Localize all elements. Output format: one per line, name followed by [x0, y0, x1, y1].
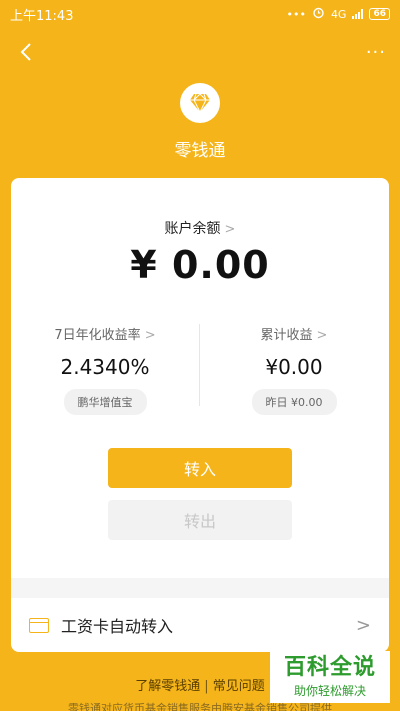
balance-label: 账户余额 [164, 221, 221, 237]
footer-separator: | [204, 679, 209, 694]
watermark: 百科全说 助你轻松解决 [270, 651, 390, 703]
fund-name-badge: 鹏华增值宝 [63, 389, 147, 415]
yesterday-earnings-badge: 昨日 ¥0.00 [251, 389, 337, 415]
faq-link[interactable]: 常见问题 [213, 679, 265, 694]
auto-transfer-label: 工资卡自动转入 [61, 617, 174, 636]
account-card: 账户余额 > ¥ 0.00 7日年化收益率 > 2.4340% 鹏华增值宝 累计收益… [11, 178, 389, 652]
back-button[interactable] [14, 40, 38, 64]
chevron-right-icon: > [144, 328, 156, 343]
yield-stat[interactable]: 7日年化收益率 > 2.4340% 鹏华增值宝 [11, 324, 199, 415]
watermark-title: 百科全说 [283, 654, 376, 680]
notification-dots: ••• [286, 7, 306, 21]
section-divider [11, 578, 389, 598]
bank-card-icon [29, 617, 49, 633]
product-title: 零钱通 [174, 141, 226, 161]
cumulative-stat[interactable]: 累计收益 > ¥0.00 昨日 ¥0.00 [200, 324, 388, 415]
yield-value: 2.4340% [60, 355, 150, 379]
status-bar: 上午11:43 ••• 4G 66 [0, 0, 400, 28]
diamond-icon [180, 83, 220, 123]
chevron-right-icon: > [316, 328, 328, 343]
battery-icon: 66 [369, 8, 390, 20]
more-button[interactable]: ··· [366, 42, 386, 63]
auto-transfer-row[interactable]: 工资卡自动转入 > [11, 598, 389, 652]
network-type: 4G [330, 7, 347, 21]
chevron-left-icon [20, 43, 31, 61]
alarm-icon [312, 6, 325, 22]
balance-link[interactable]: 账户余额 > [11, 218, 389, 238]
yield-label: 7日年化收益率 [54, 328, 141, 343]
chevron-right-icon: > [355, 614, 371, 636]
nav-bar: ··· [0, 30, 400, 74]
status-time: 上午11:43 [10, 8, 74, 24]
balance-value: ¥ 0.00 [130, 243, 270, 287]
cumulative-label: 累计收益 [260, 328, 313, 343]
transfer-in-button[interactable]: 转入 [108, 448, 292, 488]
status-icons: ••• 4G 66 [286, 6, 390, 22]
learn-link[interactable]: 了解零钱通 [135, 679, 200, 694]
watermark-subtitle: 助你轻松解决 [293, 683, 366, 698]
chevron-right-icon: > [224, 222, 236, 237]
signal-icon [352, 9, 364, 19]
transfer-out-button[interactable]: 转出 [108, 500, 292, 540]
cumulative-value: ¥0.00 [265, 355, 323, 379]
